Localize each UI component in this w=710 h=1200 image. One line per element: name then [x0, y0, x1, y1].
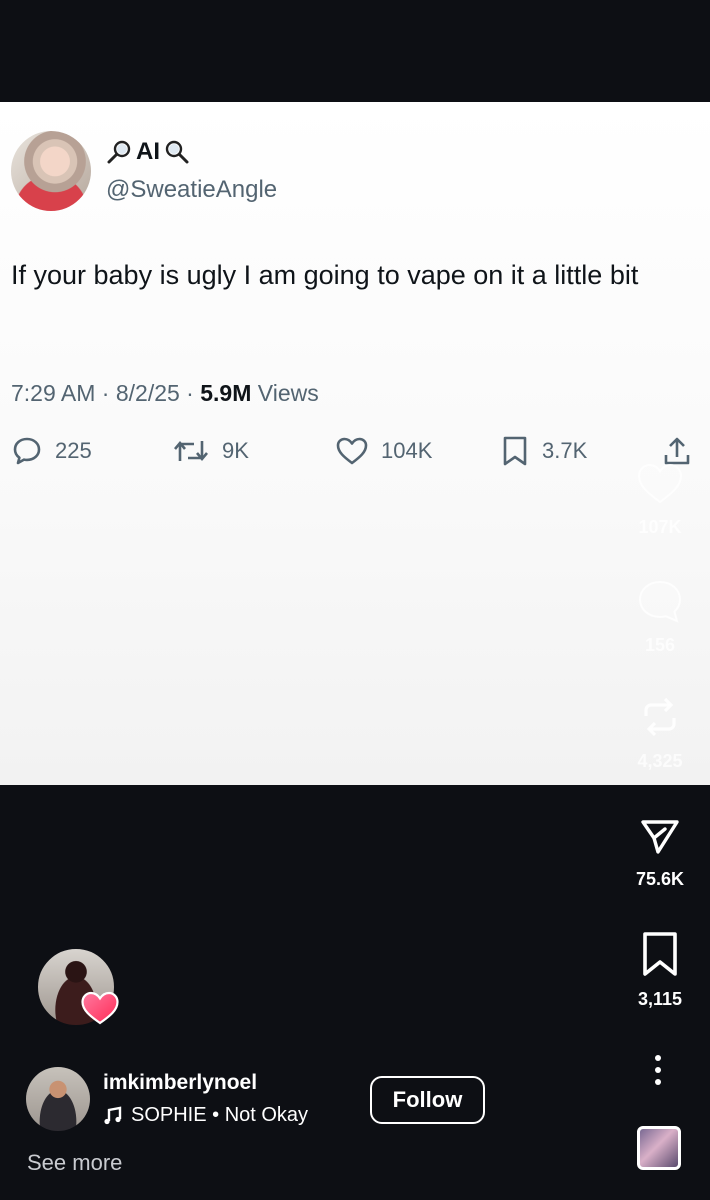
- username[interactable]: imkimberlynoel: [103, 1071, 257, 1095]
- heart-outline-icon: [336, 437, 368, 465]
- repost-icon: [644, 697, 676, 737]
- tweet-meta: 7:29 AM · 8/2/25 · 5.9M Views: [11, 380, 319, 406]
- tweet-views-count: 5.9M: [200, 380, 252, 406]
- heart-badge-icon: [81, 991, 119, 1025]
- tweet-bookmark-stat: 3.7K: [500, 435, 587, 467]
- reply-icon: [13, 437, 41, 465]
- magnifying-glass-right-icon: [165, 140, 189, 164]
- reply-count: 225: [55, 438, 92, 463]
- bookmark-count: 3.7K: [542, 438, 588, 463]
- music-note-icon: [104, 1106, 122, 1124]
- sidebar-repost-button[interactable]: 4,325: [610, 694, 710, 772]
- sidebar-share-button[interactable]: 75.6K: [610, 814, 710, 890]
- send-paper-plane-icon: [641, 820, 679, 854]
- tweet-handle: @SweatieAngle: [106, 176, 278, 203]
- tweet-retweet-stat: 9K: [172, 435, 249, 467]
- audio-thumbnail[interactable]: [637, 1126, 681, 1170]
- tweet-text: If your baby is ugly I am going to vape …: [11, 260, 639, 290]
- tweet-views-label: Views: [257, 380, 319, 406]
- sidebar-comment-count: 156: [644, 635, 676, 655]
- music-track[interactable]: SOPHIE • Not Okay: [103, 1104, 308, 1127]
- bookmark-outline-icon: [503, 436, 527, 466]
- more-options-icon[interactable]: [648, 1052, 668, 1088]
- magnifying-glass-left-icon: [107, 140, 131, 164]
- tweet-display-name-row: AI: [106, 138, 190, 166]
- sidebar-like-count: 107K: [638, 517, 682, 537]
- tweet-date: 8/2/25: [115, 380, 180, 406]
- sidebar-comment-button[interactable]: 156: [610, 578, 710, 656]
- follow-button[interactable]: Follow: [370, 1076, 485, 1124]
- sidebar-share-count: 75.6K: [635, 869, 685, 889]
- retweet-icon: [174, 440, 208, 462]
- sidebar-save-button[interactable]: 3,115: [610, 930, 710, 1010]
- retweet-count: 9K: [222, 438, 249, 463]
- bookmark-icon: [643, 932, 677, 976]
- sidebar-save-count: 3,115: [637, 989, 683, 1009]
- comment-bubble-icon: [638, 580, 682, 623]
- user-avatar[interactable]: [26, 1067, 90, 1131]
- sidebar-like-button[interactable]: 107K: [610, 460, 710, 538]
- like-count: 104K: [381, 438, 433, 463]
- music-track-label: SOPHIE • Not Okay: [131, 1104, 309, 1126]
- tweet-reply-stat: 225: [11, 435, 92, 467]
- sidebar-repost-count: 4,325: [637, 751, 683, 771]
- tweet-like-stat: 104K: [335, 435, 432, 467]
- heart-icon: [637, 463, 683, 504]
- tweet-display-name: AI: [136, 138, 160, 165]
- tweet-screenshot: AI @SweatieAngle If your baby is ugly I …: [0, 102, 710, 785]
- see-more-link[interactable]: See more: [27, 1150, 122, 1176]
- tweet-avatar: [11, 131, 91, 211]
- tweet-time: 7:29 AM: [11, 380, 96, 406]
